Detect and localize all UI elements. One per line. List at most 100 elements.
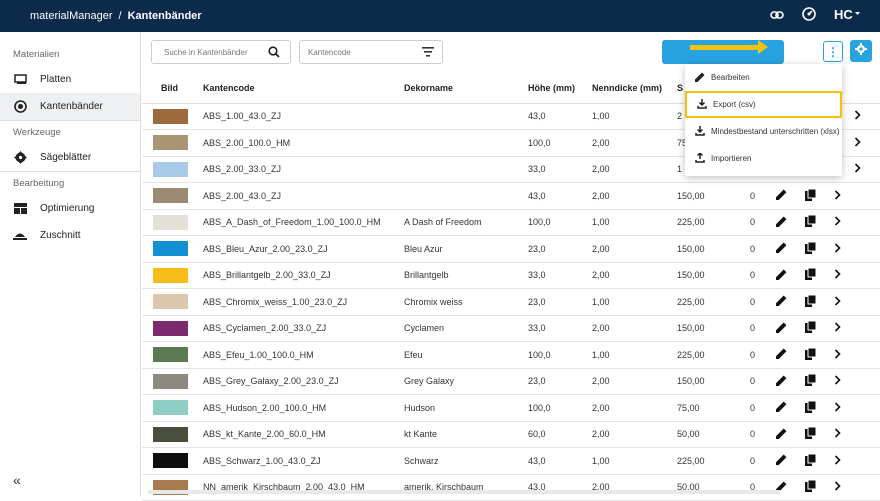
chevron-right-icon[interactable] [834, 296, 841, 308]
copy-icon[interactable] [805, 188, 817, 203]
edit-icon[interactable] [776, 348, 787, 361]
menu-item-importieren[interactable]: Importieren [685, 145, 842, 172]
column-header-hoehe[interactable]: Höhe (mm) [522, 74, 584, 104]
edit-icon[interactable] [776, 322, 787, 335]
breadcrumb-separator: / [118, 10, 122, 22]
chevron-right-icon[interactable] [834, 243, 841, 255]
cell-s: 150,00 [669, 315, 732, 342]
sidebar-item-platten[interactable]: Platten [0, 66, 140, 93]
cell-dekorname [394, 129, 522, 157]
sidebar-item-zuschnitt[interactable]: Zuschnitt [0, 222, 140, 249]
copy-icon[interactable] [805, 241, 817, 256]
copy-icon[interactable] [805, 400, 817, 415]
copy-icon[interactable] [805, 347, 817, 362]
chevron-right-icon[interactable] [834, 402, 841, 414]
cell-hoehe: 43,0 [522, 103, 584, 130]
edit-icon[interactable] [776, 375, 787, 388]
kantencode-filter-input[interactable]: Kantencode [299, 40, 443, 64]
sidebar-item-saegeblaetter[interactable]: Sägeblätter [0, 144, 140, 171]
horizontal-scrollbar[interactable] [148, 490, 780, 494]
table-row[interactable]: ABS_Efeu_1.00_100.0_HM Efeu 100,0 1,00 225,0… [142, 341, 880, 369]
table-row[interactable]: ABS_Hudson_2.00_100.0_HM Hudson 100,0 2,00 7… [142, 394, 880, 422]
edit-icon[interactable] [776, 216, 787, 229]
sidebar-item-label: Platten [40, 74, 72, 85]
menu-item-mindestbestand[interactable]: Mindestbestand unterschritten (xlsx) [685, 118, 842, 145]
edit-icon[interactable] [776, 189, 787, 202]
collapse-sidebar-button[interactable]: « [13, 472, 21, 488]
copy-icon[interactable] [805, 294, 817, 309]
table-row[interactable]: NN_amerik_Kirschbaum_2.00_43.0_HM amerik.… [142, 474, 880, 501]
copy-icon[interactable] [805, 214, 817, 229]
chevron-right-icon[interactable] [834, 322, 841, 334]
chevron-right-icon[interactable] [834, 349, 841, 361]
column-header-bild[interactable]: Bild [142, 74, 195, 104]
cell-s: 75,00 [669, 394, 732, 422]
table-row[interactable]: ABS_Cyclamen_2.00_33.0_ZJ Cyclamen 33,0 2,0… [142, 315, 880, 342]
cell-dekorname: Bleu Azur [394, 235, 522, 263]
copy-icon[interactable] [805, 320, 817, 335]
chevron-right-icon[interactable] [834, 481, 841, 493]
cell-kantencode: ABS_2.00_100.0_HM [195, 129, 394, 157]
menu-item-export-csv[interactable]: Export (csv) [685, 91, 842, 118]
more-options-button[interactable]: ⋮ [823, 41, 843, 62]
cell-nenndicke: 2,00 [584, 129, 669, 157]
edit-icon[interactable] [776, 242, 787, 255]
table-row[interactable]: ABS_kt_Kante_2.00_60.0_HM kt Kante 60,0 2,0… [142, 421, 880, 448]
edit-icon[interactable] [776, 401, 787, 414]
cell-dekorname: Hudson [394, 394, 522, 422]
menu-item-bearbeiten[interactable]: Bearbeiten [685, 64, 842, 91]
copy-icon[interactable] [805, 267, 817, 282]
chevron-right-icon[interactable] [834, 216, 841, 228]
edit-icon[interactable] [776, 428, 787, 441]
chevron-right-icon[interactable] [834, 190, 841, 202]
table-row[interactable]: ABS_Grey_Galaxy_2.00_23.0_ZJ Grey Galaxy 2… [142, 368, 880, 395]
settings-button[interactable] [850, 40, 872, 62]
table-row[interactable]: ABS_Chromix_weiss_1.00_23.0_ZJ Chromix we… [142, 288, 880, 316]
sidebar: Materialien Platten Kantenbänder Werkzeu… [0, 32, 141, 496]
chevron-right-icon[interactable] [834, 428, 841, 440]
cell-s: 225,00 [669, 288, 732, 316]
cell-s: 50,00 [669, 474, 732, 501]
chevron-right-icon[interactable] [854, 110, 861, 122]
copy-icon[interactable] [805, 479, 817, 494]
table-row[interactable]: ABS_Schwarz_1.00_43.0_ZJ Schwarz 43,0 1,00 2… [142, 447, 880, 475]
chevron-right-icon[interactable] [834, 269, 841, 281]
cell-nenndicke: 2,00 [584, 394, 669, 422]
cell-hoehe: 100,0 [522, 209, 584, 236]
chevron-right-icon[interactable] [834, 375, 841, 387]
copy-icon[interactable] [805, 373, 817, 388]
cell-bild [142, 288, 195, 316]
search-input[interactable]: Suche in Kantenbänder [151, 40, 291, 64]
cell-s: 50,00 [669, 421, 732, 448]
edit-icon[interactable] [776, 295, 787, 308]
table-row[interactable]: ABS_2.00_43.0_ZJ 43,0 2,00 150,00 0 [142, 182, 880, 210]
table-row[interactable]: ABS_Bleu_Azur_2.00_23.0_ZJ Bleu Azur 23,0 2… [142, 235, 880, 263]
edit-icon[interactable] [776, 454, 787, 467]
user-menu-icon[interactable]: HC [834, 7, 862, 26]
chevron-right-icon[interactable] [834, 455, 841, 467]
sidebar-item-optimierung[interactable]: Optimierung [0, 195, 140, 222]
cell-bild [142, 447, 195, 475]
cell-hoehe: 60,0 [522, 421, 584, 448]
breadcrumb: materialManager / Kantenbänder [30, 10, 202, 22]
column-header-dekorname[interactable]: Dekorname [394, 74, 522, 104]
copy-icon[interactable] [805, 426, 817, 441]
chevron-right-icon[interactable] [854, 137, 861, 149]
chevron-right-icon[interactable] [854, 163, 861, 175]
cell-hoehe: 100,0 [522, 341, 584, 369]
edit-icon[interactable] [776, 269, 787, 282]
table-row[interactable]: ABS_A_Dash_of_Freedom_1.00_100.0_HM A Das… [142, 209, 880, 236]
cell-nenndicke: 2,00 [584, 156, 669, 183]
edge-swatch [153, 373, 188, 389]
copy-icon[interactable] [805, 453, 817, 468]
column-header-nenndicke[interactable]: Nenndicke (mm) [584, 74, 669, 104]
column-header-kantencode[interactable]: Kantencode [195, 74, 394, 104]
cell-nenndicke: 2,00 [584, 262, 669, 289]
link-icon[interactable] [770, 7, 784, 25]
breadcrumb-app[interactable]: materialManager [30, 10, 113, 22]
sidebar-item-kantenbaender[interactable]: Kantenbänder [0, 93, 140, 120]
edge-swatch [153, 214, 188, 230]
dashboard-icon[interactable] [802, 6, 816, 26]
menu-item-label: Export (csv) [713, 100, 756, 109]
table-row[interactable]: ABS_Brillantgelb_2.00_33.0_ZJ Brillantgel… [142, 262, 880, 289]
